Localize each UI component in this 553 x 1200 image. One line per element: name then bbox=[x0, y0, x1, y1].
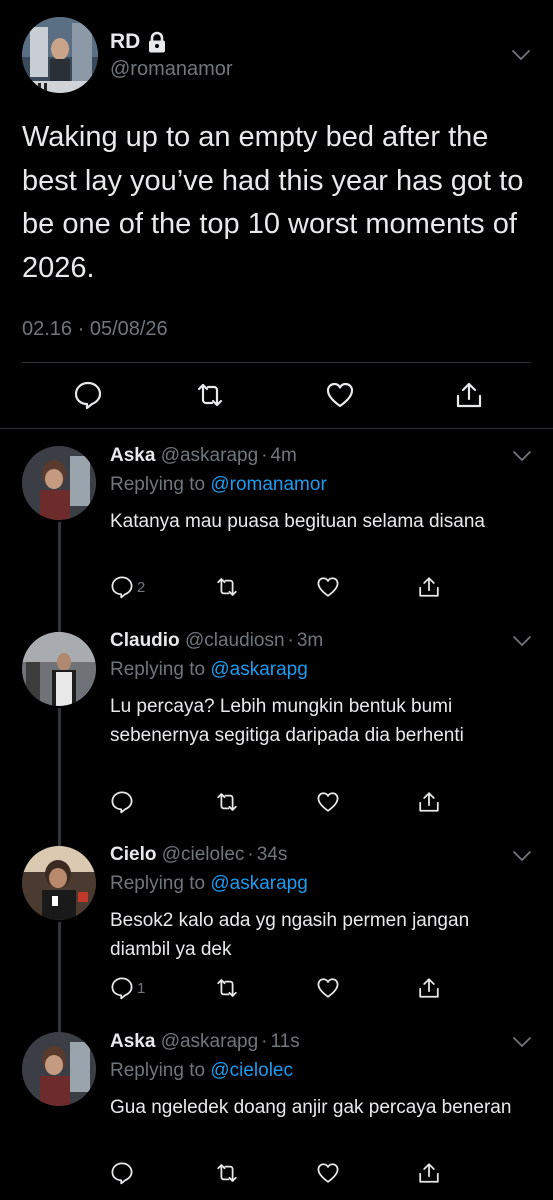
main-tweet: RD @romanamor Waking up to an empty bed … bbox=[0, 0, 553, 430]
reply-text: Gua ngeledek doang anjir gak percaya ben… bbox=[110, 1097, 512, 1118]
replying-to: Replying to @romanamor bbox=[110, 474, 327, 496]
reply-action-bar: 1 bbox=[0, 974, 553, 1006]
reply-handle[interactable]: @cielolec bbox=[162, 844, 245, 865]
reply-count: 1 bbox=[137, 979, 146, 997]
retweet-icon[interactable] bbox=[215, 573, 239, 601]
reply-icon bbox=[110, 575, 134, 599]
reply-action-bar bbox=[0, 788, 553, 820]
share-icon[interactable] bbox=[417, 573, 441, 601]
reply-tweet[interactable]: Aska @askarapg · 11s Replying to @cielolec… bbox=[0, 1018, 553, 1200]
replying-prefix: Replying to bbox=[110, 474, 211, 495]
reply-icon bbox=[110, 1161, 134, 1185]
replying-to-link[interactable]: @cielolec bbox=[210, 1060, 293, 1081]
chevron-down-icon[interactable] bbox=[512, 850, 532, 862]
share-icon[interactable] bbox=[417, 974, 441, 1002]
replying-to-link[interactable]: @askarapg bbox=[210, 873, 307, 894]
reply-handle[interactable]: @claudiosn bbox=[185, 630, 285, 651]
reply-header: Aska @askarapg · 4m bbox=[110, 445, 297, 467]
share-icon[interactable] bbox=[417, 788, 441, 816]
replying-prefix: Replying to bbox=[110, 873, 211, 894]
main-avatar[interactable] bbox=[22, 17, 98, 93]
reply-display-name[interactable]: Aska bbox=[110, 1031, 155, 1052]
separator-dot: · bbox=[287, 630, 294, 651]
replying-to: Replying to @askarapg bbox=[110, 659, 308, 681]
reply-tweet[interactable]: Aska @askarapg · 4m Replying to @romanamor… bbox=[0, 430, 553, 616]
reply-display-name[interactable]: Claudio bbox=[110, 630, 180, 651]
lock-icon bbox=[147, 31, 167, 53]
avatar[interactable] bbox=[22, 1032, 96, 1106]
reply-tweet[interactable]: Claudio @claudiosn · 3m Replying to @askar… bbox=[0, 616, 553, 830]
retweet-icon[interactable] bbox=[215, 1159, 239, 1187]
main-display-name[interactable]: RD bbox=[110, 30, 140, 54]
chevron-down-icon[interactable] bbox=[512, 635, 532, 647]
avatar[interactable] bbox=[22, 632, 96, 706]
avatar[interactable] bbox=[22, 446, 96, 520]
reply-handle[interactable]: @askarapg bbox=[161, 1031, 258, 1052]
share-icon[interactable] bbox=[454, 380, 484, 410]
replying-to: Replying to @askarapg bbox=[110, 873, 308, 895]
heart-icon[interactable] bbox=[316, 974, 340, 1002]
main-divider bbox=[22, 362, 531, 363]
reply-icon[interactable] bbox=[73, 380, 103, 410]
separator-dot: · bbox=[261, 445, 268, 466]
reply-count: 2 bbox=[137, 578, 146, 596]
reply-action-bar bbox=[0, 1159, 553, 1191]
reply-header: Cielo @cielolec · 34s bbox=[110, 844, 287, 866]
reply-display-name[interactable]: Cielo bbox=[110, 844, 156, 865]
chevron-down-icon[interactable] bbox=[512, 1036, 532, 1048]
retweet-icon[interactable] bbox=[215, 974, 239, 1002]
section-divider bbox=[0, 428, 553, 429]
chevron-down-icon[interactable] bbox=[511, 49, 531, 61]
reply-display-name[interactable]: Aska bbox=[110, 445, 155, 466]
reply-button[interactable]: 2 bbox=[110, 573, 145, 601]
thread-line bbox=[58, 830, 61, 846]
heart-icon[interactable] bbox=[316, 573, 340, 601]
replying-to-link[interactable]: @askarapg bbox=[210, 659, 307, 680]
main-tweet-timestamp: 02.16 · 05/08/26 bbox=[22, 318, 168, 340]
reply-time: 34s bbox=[256, 844, 288, 865]
retweet-icon[interactable] bbox=[195, 380, 225, 410]
avatar[interactable] bbox=[22, 846, 96, 920]
reply-header: Aska @askarapg · 11s bbox=[110, 1031, 300, 1053]
reply-header: Claudio @claudiosn · 3m bbox=[110, 630, 323, 652]
reply-icon bbox=[110, 976, 134, 1000]
main-handle[interactable]: @romanamor bbox=[110, 58, 233, 81]
reply-time: 11s bbox=[270, 1031, 300, 1052]
reply-time: 3m bbox=[296, 630, 324, 651]
reply-tweet[interactable]: Cielo @cielolec · 34s Replying to @askarap… bbox=[0, 830, 553, 1018]
reply-text: Katanya mau puasa begituan selama disana bbox=[110, 511, 485, 532]
reply-time: 4m bbox=[270, 445, 297, 466]
separator-dot: · bbox=[247, 844, 254, 865]
reply-button[interactable] bbox=[110, 788, 137, 816]
reply-action-bar: 2 bbox=[0, 573, 553, 605]
replying-prefix: Replying to bbox=[110, 659, 211, 680]
reply-icon bbox=[110, 790, 134, 814]
replying-prefix: Replying to bbox=[110, 1060, 211, 1081]
share-icon[interactable] bbox=[417, 1159, 441, 1187]
reply-button[interactable]: 1 bbox=[110, 974, 145, 1002]
heart-icon[interactable] bbox=[316, 1159, 340, 1187]
heart-icon[interactable] bbox=[316, 788, 340, 816]
replying-to: Replying to @cielolec bbox=[110, 1060, 293, 1082]
separator-dot: · bbox=[261, 1031, 268, 1052]
reply-text: Lu percaya? Lebih mungkin bentuk bumi se… bbox=[110, 696, 464, 746]
reply-text: Besok2 kalo ada yg ngasih permen jangan … bbox=[110, 910, 470, 960]
reply-handle[interactable]: @askarapg bbox=[161, 445, 258, 466]
reply-button[interactable] bbox=[110, 1159, 137, 1187]
thread-line bbox=[58, 616, 61, 632]
thread-line bbox=[58, 1018, 61, 1032]
heart-icon[interactable] bbox=[325, 380, 355, 410]
main-tweet-text: Waking up to an empty bed after the best… bbox=[22, 121, 524, 284]
chevron-down-icon[interactable] bbox=[512, 450, 532, 462]
retweet-icon[interactable] bbox=[215, 788, 239, 816]
main-action-bar bbox=[0, 375, 553, 417]
main-name-row: RD bbox=[110, 30, 167, 54]
replying-to-link[interactable]: @romanamor bbox=[210, 474, 326, 495]
